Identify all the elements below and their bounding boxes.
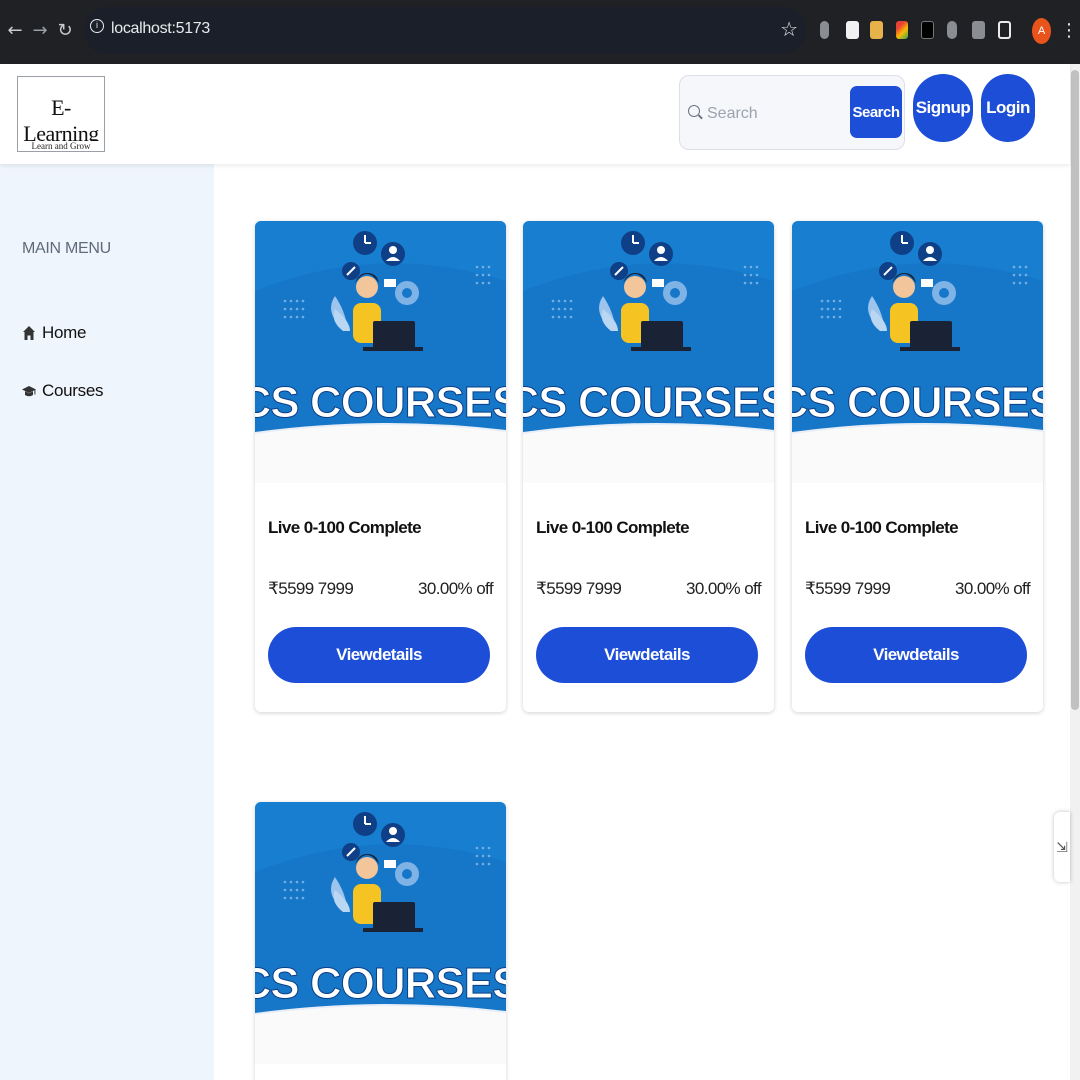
forward-arrow-icon[interactable]: → [29, 18, 51, 44]
page-scrollbar[interactable] [1070, 64, 1080, 1080]
course-price: ₹5599 7999 [268, 579, 354, 598]
search-button[interactable]: Search [850, 86, 902, 138]
bookmark-star-icon[interactable]: ☆ [780, 17, 798, 41]
course-title: Live 0-100 Complete [536, 518, 690, 537]
browser-toolbar: ← → ↻ i localhost:5173 ☆ A ⋮ [0, 0, 1080, 64]
extension-side-tab-icon[interactable]: ⇲ [1054, 812, 1070, 882]
banner-text: CS COURSES [255, 378, 506, 427]
microphone-icon[interactable] [947, 21, 957, 39]
sidebar-item-courses[interactable]: Courses [22, 379, 104, 403]
course-discount: 30.00% off [686, 579, 762, 598]
course-banner-image: CS COURSES [792, 221, 1043, 483]
url-text[interactable]: localhost:5173 [111, 20, 210, 38]
banner-text: CS COURSES [792, 378, 1043, 427]
login-button[interactable]: Login [981, 74, 1035, 142]
home-icon [23, 326, 35, 340]
extensions-puzzle-icon[interactable] [998, 21, 1011, 39]
extension-icon[interactable] [972, 21, 985, 39]
search-box: Search [679, 75, 905, 150]
course-card: CS COURSES [255, 802, 506, 1080]
extension-icon[interactable] [870, 21, 883, 39]
course-card: CS COURSES Live 0-100 Complete ₹5599 799… [792, 221, 1043, 712]
reload-icon[interactable]: ↻ [54, 18, 76, 44]
course-card: CS COURSES Live 0-100 Complete ₹5599 799… [255, 221, 506, 712]
course-price: ₹5599 7999 [536, 579, 622, 598]
course-price: ₹5599 7999 [805, 579, 891, 598]
course-title: Live 0-100 Complete [268, 518, 422, 537]
search-input[interactable] [707, 100, 847, 128]
sidebar: MAIN MENU Home Courses [0, 164, 214, 1080]
search-icon [688, 105, 700, 117]
banner-text: CS COURSES [255, 959, 506, 1008]
course-banner-image: CS COURSES [255, 802, 506, 1064]
course-banner-image: CS COURSES [523, 221, 774, 483]
course-discount: 30.00% off [955, 579, 1031, 598]
extension-icon[interactable] [846, 21, 859, 39]
course-banner: CS COURSES [255, 221, 506, 483]
sidebar-item-label: Home [42, 323, 87, 342]
extension-icon[interactable] [820, 21, 829, 39]
logo-title: E-Learning [23, 95, 99, 146]
sidebar-item-home[interactable]: Home [22, 321, 86, 345]
logo-tagline-wrap: Learn and Grow [18, 141, 104, 151]
course-discount: 30.00% off [418, 579, 494, 598]
course-banner: CS COURSES [255, 802, 506, 1064]
extension-icon[interactable] [921, 21, 934, 39]
site-info-icon[interactable]: i [90, 19, 104, 33]
address-bar[interactable]: i localhost:5173 ☆ [84, 7, 806, 54]
site-header: E-Learning Learn and Grow Search Signup … [0, 64, 1070, 164]
back-arrow-icon[interactable]: ← [4, 18, 26, 44]
extension-icon[interactable] [896, 21, 908, 39]
banner-text: CS COURSES [523, 378, 774, 427]
course-banner: CS COURSES [523, 221, 774, 483]
course-grid: CS COURSES Live 0-100 Complete ₹5599 799… [214, 164, 1070, 1080]
signup-button[interactable]: Signup [913, 74, 973, 142]
graduation-cap-icon [22, 386, 36, 397]
course-card: CS COURSES Live 0-100 Complete ₹5599 799… [523, 221, 774, 712]
sidebar-item-label: Courses [42, 381, 104, 400]
course-title: Live 0-100 Complete [805, 518, 959, 537]
view-details-button[interactable]: Viewdetails [805, 627, 1027, 683]
course-banner-image: CS COURSES [255, 221, 506, 483]
logo-tagline: Learn and Grow [29, 141, 93, 151]
profile-avatar[interactable]: A [1032, 18, 1051, 44]
course-banner: CS COURSES [792, 221, 1043, 483]
scrollbar-thumb[interactable] [1071, 70, 1079, 710]
browser-menu-icon[interactable]: ⋮ [1060, 18, 1078, 44]
view-details-button[interactable]: Viewdetails [268, 627, 490, 683]
main-menu-title: MAIN MENU [22, 240, 111, 257]
view-details-button[interactable]: Viewdetails [536, 627, 758, 683]
site-logo[interactable]: E-Learning Learn and Grow [17, 76, 105, 152]
